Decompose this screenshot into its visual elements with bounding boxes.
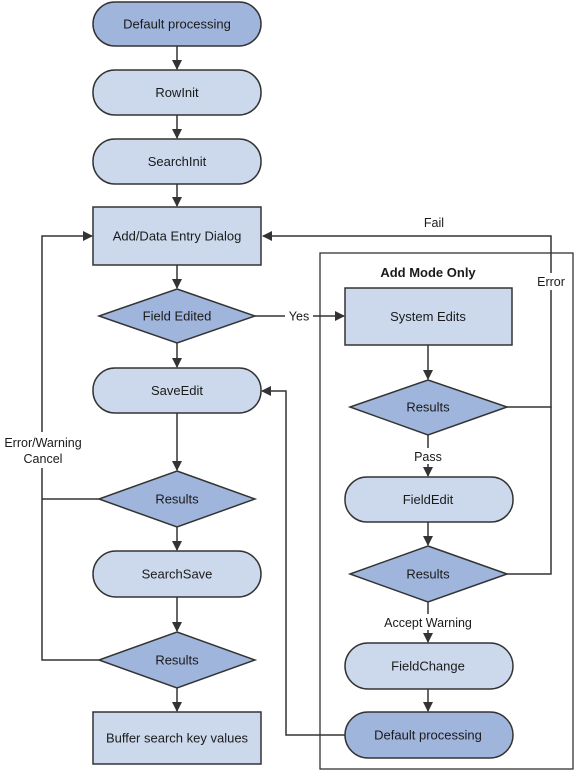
node-rowinit: RowInit [92, 69, 262, 116]
node-label: Buffer search key values [106, 731, 249, 746]
node-label: SaveEdit [151, 383, 203, 398]
node-results-saveedit: Results [96, 470, 258, 528]
node-fieldchange: FieldChange [344, 642, 514, 690]
edge-label-yes: Yes [289, 310, 309, 324]
edge-label-error-warning: Error/Warning [4, 436, 81, 450]
error-branch-line [507, 407, 552, 575]
node-results-fieldedit: Results [347, 545, 510, 603]
node-default-processing-end: Default processing [344, 711, 514, 759]
edge-label-cancel: Cancel [24, 452, 63, 466]
node-label: FieldChange [391, 659, 465, 674]
arrow-default-to-saveedit [261, 386, 345, 736]
node-add-data-entry-dialog: Add/Data Entry Dialog [92, 206, 262, 266]
node-default-processing-start: Default processing [92, 1, 262, 47]
node-label: RowInit [155, 85, 199, 100]
node-searchsave: SearchSave [92, 550, 262, 598]
node-results-system-edits: Results [347, 379, 510, 436]
node-label: System Edits [390, 309, 466, 324]
node-field-edited: Field Edited [96, 288, 258, 344]
node-label: FieldEdit [403, 492, 454, 507]
edge-label-accept-warning: Accept Warning [384, 616, 472, 630]
node-fieldedit: FieldEdit [344, 476, 514, 523]
edge-label-pass: Pass [414, 450, 442, 464]
node-label: Results [155, 653, 199, 668]
node-label: SearchSave [142, 567, 213, 582]
edge-label-error: Error [537, 275, 565, 289]
node-system-edits: System Edits [344, 287, 513, 346]
edge-label-fail: Fail [424, 216, 444, 230]
node-searchinit: SearchInit [92, 138, 262, 185]
node-label: Add/Data Entry Dialog [113, 229, 242, 244]
node-label: Default processing [374, 728, 482, 743]
node-label: Default processing [123, 17, 231, 32]
node-label: SearchInit [148, 154, 207, 169]
node-label: Field Edited [143, 309, 212, 324]
flowchart: Default processing RowInit SearchInit Ad… [4, 1, 574, 770]
add-mode-only-title: Add Mode Only [380, 265, 476, 280]
node-label: Results [155, 492, 199, 507]
node-buffer-search-key-values: Buffer search key values [92, 711, 262, 765]
node-label: Results [406, 567, 450, 582]
node-results-searchsave: Results [96, 631, 258, 689]
node-saveedit: SaveEdit [92, 367, 262, 414]
node-label: Results [406, 400, 450, 415]
